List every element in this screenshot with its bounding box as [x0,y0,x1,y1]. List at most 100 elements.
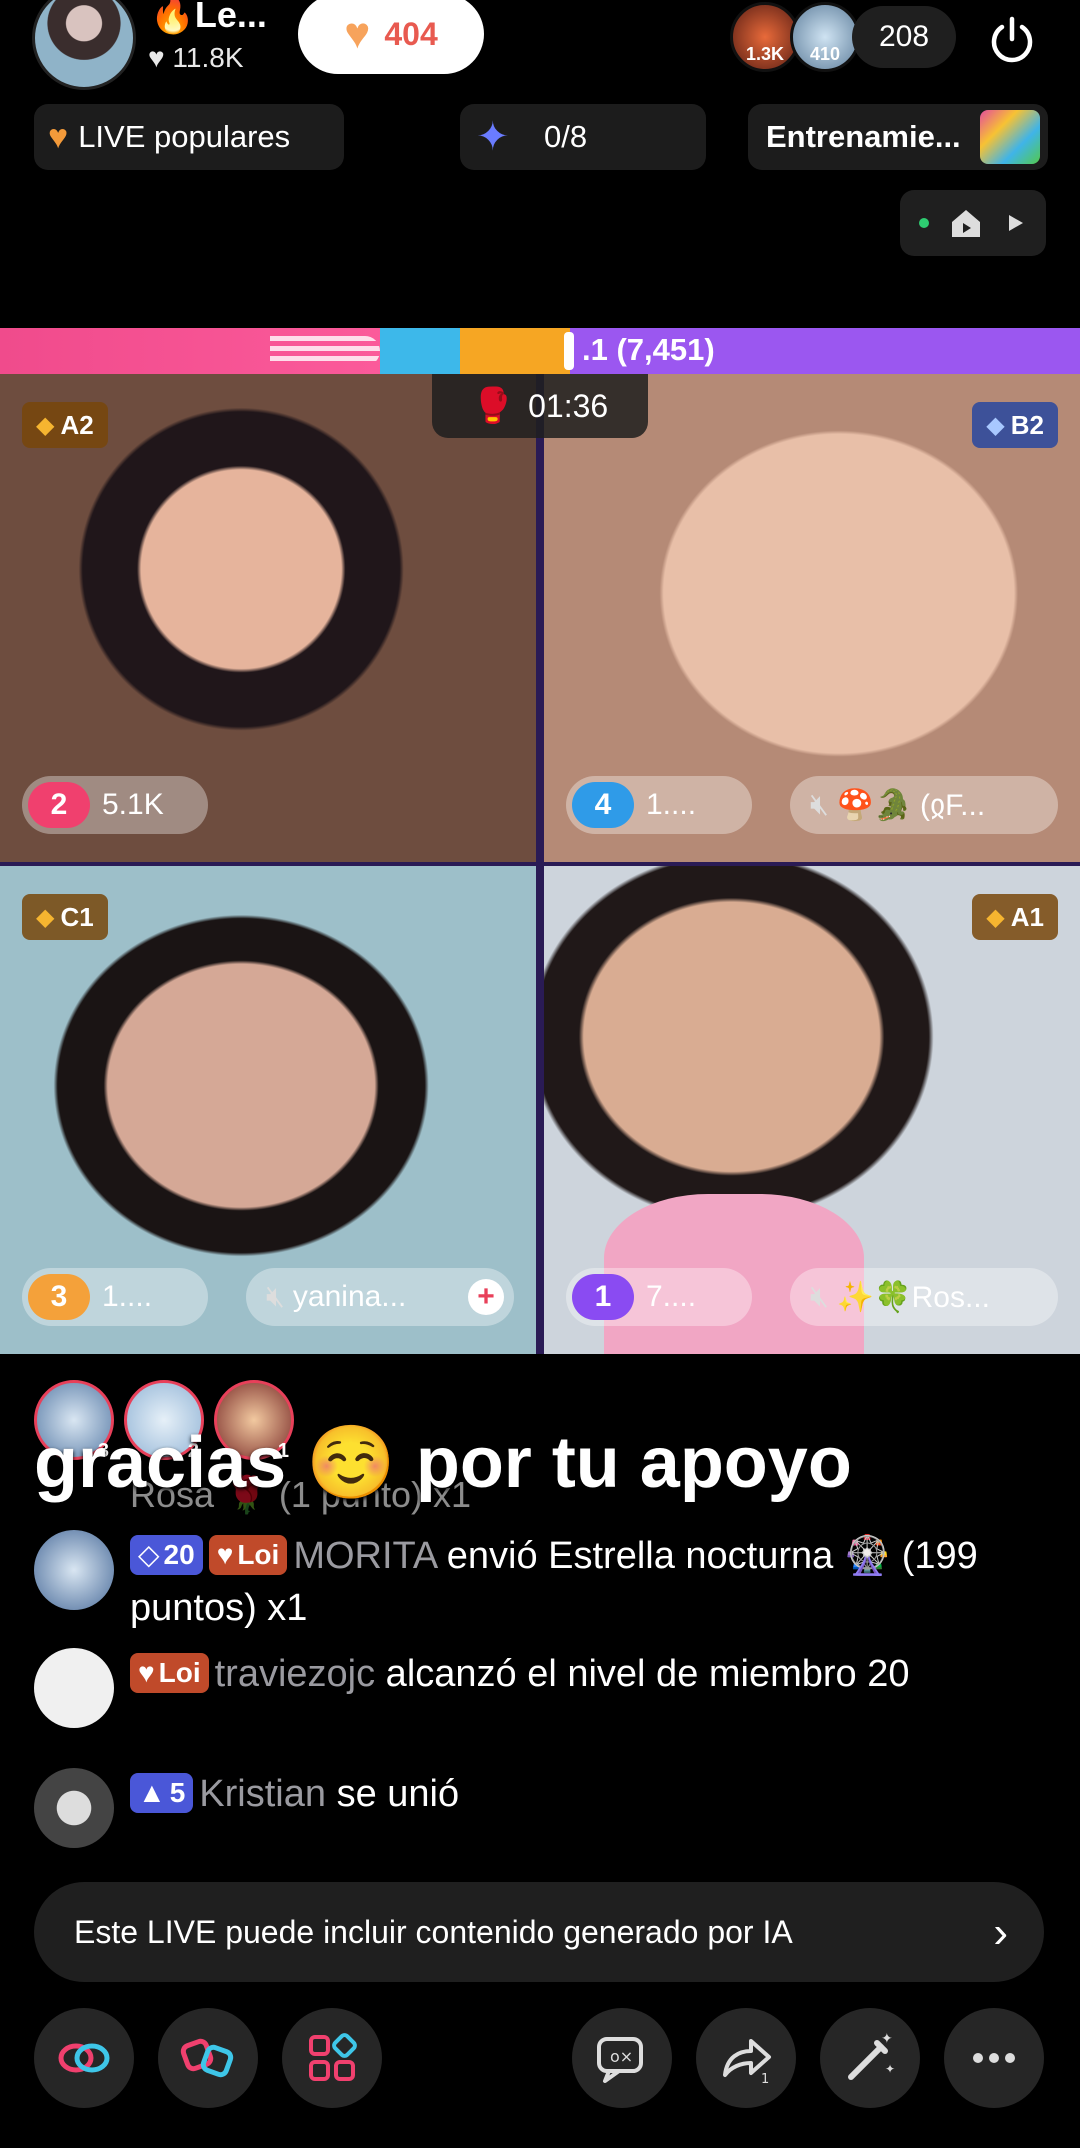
follow-button[interactable]: ♥ 404 [298,0,484,74]
guest-name-pill[interactable]: 🔇︎ yanina... + [246,1268,514,1326]
host-caption: gracias ☺️ por tu apoyo [34,1423,852,1503]
link-icon[interactable] [34,2008,134,2108]
chat-message[interactable]: ◇ 20 ♥ Loi MORITA envió Estrella nocturna 🎡 … [34,1530,1044,1634]
level-badge: ◇ 20 [130,1535,203,1575]
top-viewer-score: 410 [809,44,841,64]
battle-score: .1 (7,451) [582,332,715,367]
guest-score[interactable]: 2 5.1K [22,776,208,834]
chat-text: alcanzó el nivel de miembro 20 [375,1653,910,1695]
chat-message[interactable]: ▲ 5 Kristian se unió [34,1768,1044,1848]
rank-badge: ◆ C1 [22,894,108,940]
notice-text: Este LIVE puede incluir contenido genera… [74,1913,793,1950]
chat-username[interactable]: MORITA [293,1535,436,1577]
avatar[interactable] [34,1530,114,1610]
score-value: 1.... [646,788,697,821]
avatar[interactable] [34,1768,114,1848]
guest-score[interactable]: 4 1.... [566,776,752,834]
chat-text: se unió [326,1773,460,1815]
svg-text:✦: ✦ [885,2062,895,2076]
battle-timer: 🥊 01:36 [432,374,648,438]
position-badge: 1 [572,1274,634,1320]
host-name[interactable]: 🔥Le... [150,0,267,36]
level-badge: ▲ 5 [130,1773,194,1813]
guest-score[interactable]: 3 1.... [22,1268,208,1326]
magic-wand-icon[interactable]: ✦ ✦ [820,2008,920,2108]
host-avatar[interactable] [32,0,136,90]
battle-grid: ◆ A2 2 5.1K ◆ B2 4 1.... 🔇︎ 🍄🐊 (ჲF... ◆ C1 3 1.… [0,374,1080,1354]
more-icon[interactable] [944,2008,1044,2108]
score-value: 1.... [102,1280,153,1313]
training-chip[interactable]: Entrenamie... [748,104,1048,170]
apps-icon[interactable] [282,2008,382,2108]
rank-badge: ◆ A2 [22,402,108,448]
rank-badge: ◆ B2 [972,402,1058,448]
pyramid-icon: ▲ [138,1777,166,1808]
popular-lives-chip[interactable]: ♥ LIVE populares [34,104,344,170]
ai-content-notice[interactable]: Este LIVE puede incluir contenido genera… [34,1882,1044,1982]
guest-name-pill[interactable]: 🔇︎ 🍄🐊 (ჲF... [790,776,1058,834]
fan-club-name: Loi [237,1539,280,1570]
guest-tile[interactable]: ◆ C1 3 1.... 🔇︎ yanina... + [0,866,536,1354]
rank-label: C1 [60,901,94,932]
svg-text:1: 1 [761,2072,769,2087]
diamond-icon: ◆ [986,411,1005,439]
goal-progress: 0/8 [544,119,588,154]
guest-tile[interactable]: ◆ A1 1 7.... 🔇︎ ✨🍀Ros... [544,866,1080,1354]
rank-badge: ◆ A1 [972,894,1058,940]
mute-icon: 🔇︎ [266,1280,285,1313]
viewer-count[interactable]: 208 [852,6,956,68]
host-likes: ♥ 11.8K [148,42,244,73]
top-viewer-avatar[interactable]: 410 [790,2,860,72]
comment-icon[interactable]: o× [572,2008,672,2108]
multi-guest-icon[interactable] [158,2008,258,2108]
score-value: 7.... [646,1280,697,1313]
rank-label: B2 [1010,409,1044,440]
rank-label: A1 [1010,901,1044,932]
guest-name-pill[interactable]: 🔇︎ ✨🍀Ros... [790,1268,1058,1326]
heart-icon: ♥ [138,1657,155,1688]
mute-icon: 🔇︎ [810,788,829,821]
fan-badge: ♥ Loi [130,1653,209,1693]
chat-username[interactable]: traviezojc [215,1653,376,1695]
battle-progress-bar: .1 (7,451) [0,328,1080,374]
share-icon[interactable]: 1 [696,2008,796,2108]
heart-icon: ♥ [344,9,371,58]
mini-player-control[interactable] [900,190,1046,256]
diamond-icon: ◇ [138,1539,160,1570]
follow-count: 404 [384,15,438,52]
guest-tile[interactable]: ◆ B2 4 1.... 🔇︎ 🍄🐊 (ჲF... [544,374,1080,862]
sparkle-icon: ✦ [476,115,510,159]
chat-username[interactable]: Kristian [199,1773,326,1815]
popular-label: LIVE populares [78,119,291,154]
timer-value: 01:36 [528,387,609,424]
boxing-glove-icon: 🥊 [471,387,515,425]
diamond-icon: ◆ [36,411,55,439]
power-icon[interactable] [980,8,1044,72]
diamond-icon: ◆ [986,903,1005,931]
heart-icon: ♥ [216,1539,234,1570]
mute-icon: 🔇︎ [810,1280,829,1313]
position-badge: 2 [28,782,90,828]
position-badge: 4 [572,782,634,828]
guest-name: 🍄🐊 (ჲF... [836,788,986,822]
play-icon [1009,215,1023,231]
follow-plus-button[interactable]: + [468,1279,504,1315]
fan-club-name: Loi [158,1657,201,1688]
fan-badge: ♥ Loi [208,1535,288,1575]
rank-label: A2 [60,409,94,440]
level-value: 5 [169,1777,186,1808]
avatar[interactable] [34,1648,114,1728]
svg-text:o×: o× [610,2047,633,2066]
event-badge [980,110,1040,164]
guest-score[interactable]: 1 7.... [566,1268,752,1326]
guest-tile[interactable]: ◆ A2 2 5.1K [0,374,536,862]
diamond-icon: ◆ [36,903,55,931]
svg-text:✦: ✦ [881,2031,893,2047]
guest-name: ✨🍀Ros... [836,1280,990,1314]
chat-message[interactable]: ♥ Loi traviezojc alcanzó el nivel de miemb… [34,1648,1044,1728]
training-label: Entrenamie... [766,119,961,154]
home-icon [952,210,980,237]
goal-chip[interactable]: ✦ 0/8 [460,104,706,170]
guest-name: yanina... [292,1280,407,1313]
chevron-right-icon: › [993,1908,1008,1957]
